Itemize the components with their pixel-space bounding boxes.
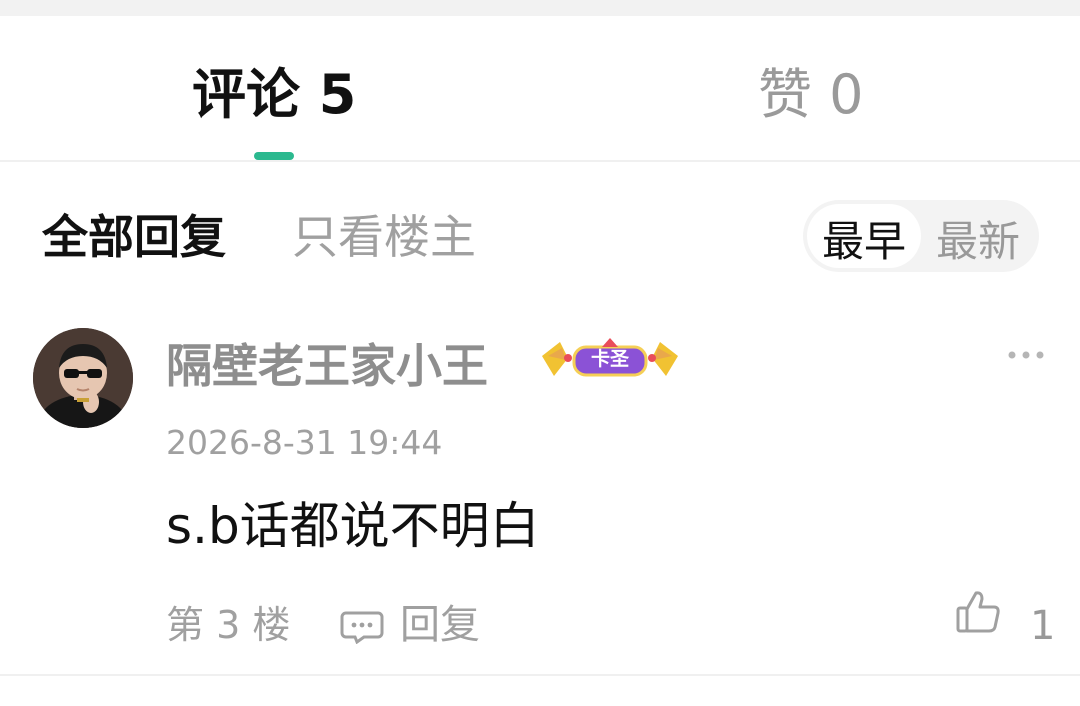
like-button[interactable]: 1 [954, 588, 1056, 654]
username[interactable]: 隔壁老王家小王 [166, 334, 488, 398]
like-count: 1 [1030, 603, 1056, 649]
filter-all-replies[interactable]: 全部回复 [42, 202, 226, 272]
crown-badge-icon[interactable]: 卡圣 [538, 336, 682, 384]
comment-timestamp: 2026-8-31 19:44 [166, 423, 443, 462]
tab-comments[interactable]: 评论 5 [192, 60, 356, 130]
sort-newest-button[interactable]: 最新 [921, 204, 1035, 268]
active-tab-indicator [254, 152, 294, 160]
comment-item: 隔壁老王家小王 卡圣 2026-8-31 19:44 s.b话都说不明白 第 3… [0, 300, 1080, 676]
tab-likes[interactable]: 赞 0 [758, 60, 864, 130]
badge-label: 卡圣 [590, 348, 629, 370]
more-dots-icon[interactable] [1008, 348, 1044, 362]
reply-filter-row: 全部回复 只看楼主 最早 最新 [0, 196, 1080, 276]
top-divider-strip [0, 0, 1080, 16]
sort-earliest-button[interactable]: 最早 [807, 204, 921, 268]
tab-bar: 评论 5 赞 0 [0, 16, 1080, 162]
thumbs-up-icon [956, 591, 1000, 633]
comment-text: s.b话都说不明白 [166, 497, 540, 555]
reply-label: 回复 [400, 602, 480, 648]
comment-bubble-icon [340, 611, 384, 644]
avatar[interactable] [33, 328, 133, 428]
filter-op-only[interactable]: 只看楼主 [292, 202, 476, 272]
avatar-image [33, 328, 133, 428]
sort-toggle: 最早 最新 [803, 200, 1039, 272]
floor-number: 第 3 楼 [166, 603, 291, 647]
